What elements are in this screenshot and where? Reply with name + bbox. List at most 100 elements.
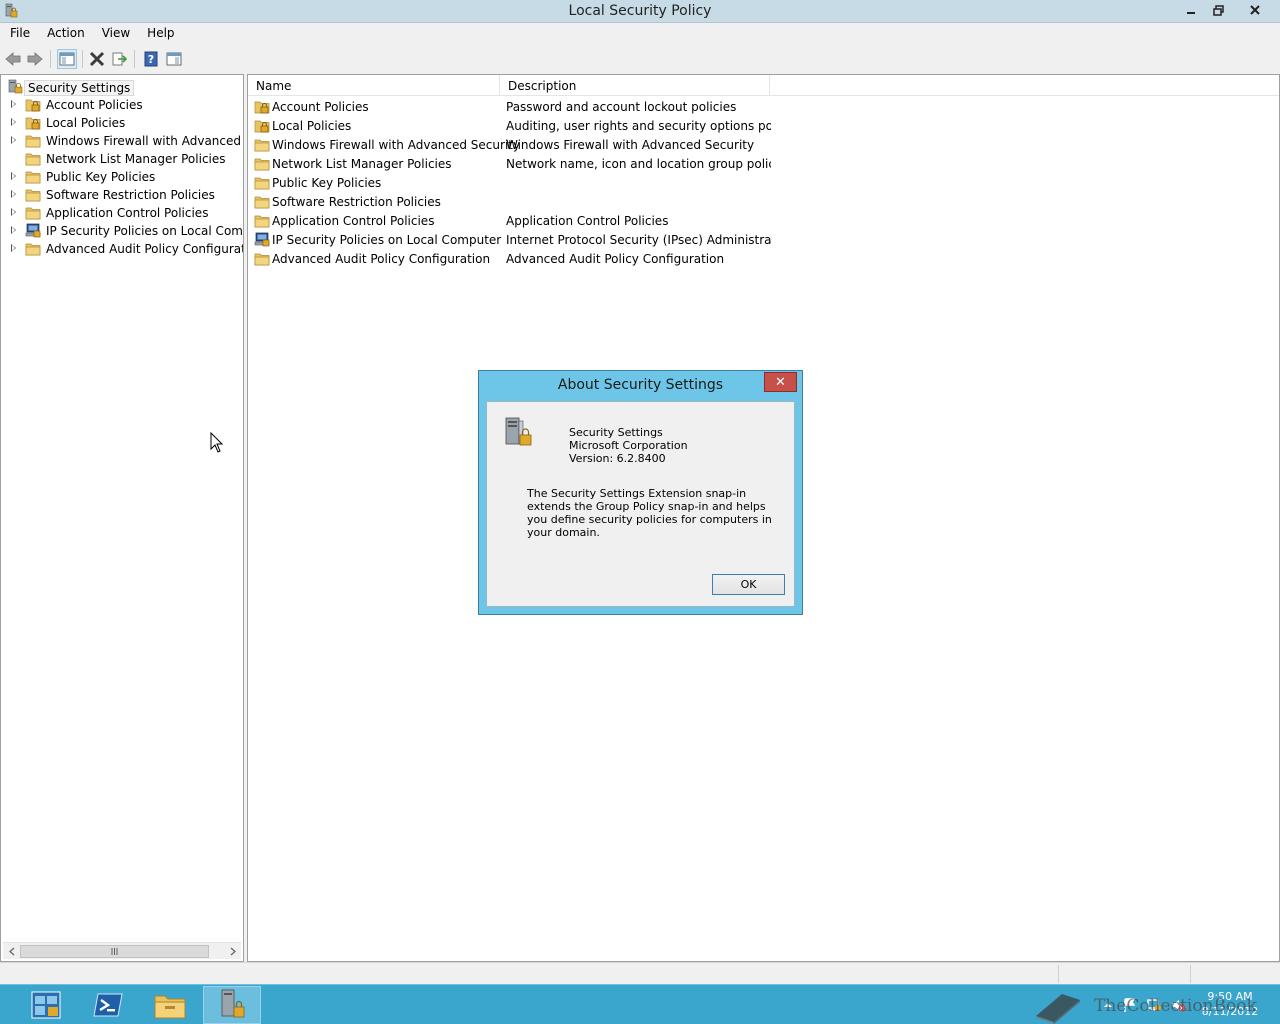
tree-item[interactable]: Public Key Policies bbox=[1, 168, 243, 186]
volume-muted-icon[interactable] bbox=[1170, 997, 1186, 1013]
clock-date: 8/11/2012 bbox=[1201, 1005, 1259, 1018]
company-name: Microsoft Corporation bbox=[569, 439, 688, 452]
toolbar-separator bbox=[134, 50, 135, 68]
tree-item[interactable]: Network List Manager Policies bbox=[1, 150, 243, 168]
list-item[interactable]: Application Control Policies Application … bbox=[248, 211, 1279, 230]
menu-action[interactable]: Action bbox=[37, 23, 92, 44]
version-text: Version: 6.2.8400 bbox=[569, 452, 666, 465]
minimize-button[interactable] bbox=[1178, 0, 1204, 20]
tree-item[interactable]: IP Security Policies on Local Computer bbox=[1, 222, 243, 240]
network-icon[interactable] bbox=[1146, 997, 1162, 1013]
list-item[interactable]: Network List Manager Policies Network nam… bbox=[248, 154, 1279, 173]
folder-icon bbox=[254, 139, 270, 152]
folder-icon bbox=[25, 135, 41, 148]
tree-root-security-settings[interactable]: Security Settings bbox=[1, 78, 243, 96]
taskbar: 9:50 AM 8/11/2012 bbox=[0, 984, 1280, 1024]
dialog-body: Security Settings Microsoft Corporation … bbox=[486, 401, 795, 607]
title-bar[interactable]: Local Security Policy bbox=[0, 0, 1280, 23]
toolbar-separator bbox=[82, 50, 83, 68]
taskbar-server-manager[interactable] bbox=[17, 986, 75, 1024]
expand-triangle-inner bbox=[12, 209, 15, 215]
action-center-flag-icon[interactable] bbox=[1122, 997, 1138, 1013]
security-settings-icon bbox=[505, 417, 532, 446]
tree-item-label: Account Policies bbox=[46, 98, 143, 112]
restore-button[interactable] bbox=[1205, 0, 1231, 20]
column-header-description[interactable]: Description bbox=[500, 75, 770, 96]
toolbar-separator bbox=[50, 50, 51, 68]
tree-item-label: Advanced Audit Policy Configuration bbox=[46, 242, 243, 256]
expand-triangle-inner bbox=[12, 101, 15, 107]
delete-button[interactable] bbox=[87, 49, 107, 69]
export-list-button[interactable] bbox=[109, 49, 129, 69]
folder-icon bbox=[25, 189, 41, 202]
menu-file[interactable]: File bbox=[0, 23, 37, 44]
taskbar-local-security-policy[interactable] bbox=[203, 986, 261, 1024]
list-item[interactable]: Public Key Policies bbox=[248, 173, 1279, 192]
folder-icon bbox=[254, 215, 270, 228]
scroll-thumb[interactable] bbox=[20, 945, 209, 958]
security-policy-app-icon bbox=[221, 989, 245, 1018]
expand-triangle-inner bbox=[12, 173, 15, 179]
expand-triangle-inner bbox=[12, 245, 15, 251]
folder-icon bbox=[254, 158, 270, 171]
folder-lock-icon bbox=[25, 117, 41, 130]
clock-time: 9:50 AM bbox=[1207, 990, 1253, 1003]
column-header-name[interactable]: Name bbox=[248, 75, 500, 96]
show-hide-action-pane-button[interactable] bbox=[164, 49, 184, 69]
list-item[interactable]: Windows Firewall with Advanced Security W… bbox=[248, 135, 1279, 154]
close-window-button[interactable] bbox=[1233, 0, 1277, 20]
back-arrow-icon bbox=[5, 52, 21, 66]
tree-horizontal-scrollbar[interactable] bbox=[3, 942, 241, 959]
list-item-name: Application Control Policies bbox=[272, 214, 435, 228]
toolbar: ? bbox=[0, 44, 1280, 72]
list-item[interactable]: IP Security Policies on Local Computer In… bbox=[248, 230, 1279, 249]
taskbar-powershell[interactable] bbox=[79, 986, 137, 1024]
menu-view[interactable]: View bbox=[92, 23, 137, 44]
svg-text:?: ? bbox=[148, 53, 154, 66]
tree-item[interactable]: Software Restriction Policies bbox=[1, 186, 243, 204]
console-tree-icon bbox=[59, 52, 75, 66]
list-item-description: Network name, icon and location group po… bbox=[506, 157, 771, 171]
tree-item[interactable]: Local Policies bbox=[1, 114, 243, 132]
tree-item[interactable]: Windows Firewall with Advanced Security bbox=[1, 132, 243, 150]
chevron-left-icon bbox=[8, 947, 14, 956]
expand-triangle-inner bbox=[12, 191, 15, 197]
back-button[interactable] bbox=[3, 49, 23, 69]
list-item-name: Local Policies bbox=[272, 119, 352, 133]
help-button[interactable]: ? bbox=[141, 49, 161, 69]
show-hide-console-tree-button[interactable] bbox=[57, 49, 77, 69]
list-item-name: Network List Manager Policies bbox=[272, 157, 452, 171]
folder-icon bbox=[254, 253, 270, 266]
show-hidden-icons-icon[interactable] bbox=[1100, 997, 1116, 1013]
scroll-right-button[interactable] bbox=[224, 943, 241, 960]
grip-icon bbox=[111, 948, 118, 955]
folder-icon bbox=[25, 171, 41, 184]
tree-item[interactable]: Advanced Audit Policy Configuration bbox=[1, 240, 243, 258]
menu-help[interactable]: Help bbox=[137, 23, 181, 44]
tree-item[interactable]: Account Policies bbox=[1, 96, 243, 114]
expand-triangle-inner bbox=[12, 119, 15, 125]
dialog-close-button[interactable]: ✕ bbox=[764, 372, 797, 392]
taskbar-file-explorer[interactable] bbox=[141, 986, 199, 1024]
list-item-description: Auditing, user rights and security optio… bbox=[506, 119, 771, 133]
list-item-name: Account Policies bbox=[272, 100, 369, 114]
tree-root-label: Security Settings bbox=[24, 80, 135, 96]
file-explorer-icon bbox=[154, 995, 186, 1019]
scroll-left-button[interactable] bbox=[3, 943, 20, 960]
forward-arrow-icon bbox=[27, 52, 43, 66]
list-item[interactable]: Account Policies Password and account loc… bbox=[248, 97, 1279, 116]
server-manager-icon bbox=[31, 991, 61, 1019]
list-item-name: Software Restriction Policies bbox=[272, 195, 441, 209]
list-item-description: Application Control Policies bbox=[506, 214, 669, 228]
folder-lock-icon bbox=[25, 99, 41, 112]
ok-button[interactable]: OK bbox=[712, 574, 785, 595]
list-item[interactable]: Local Policies Auditing, user rights and … bbox=[248, 116, 1279, 135]
list-item[interactable]: Software Restriction Policies bbox=[248, 192, 1279, 211]
tree-item[interactable]: Application Control Policies bbox=[1, 204, 243, 222]
action-pane-icon bbox=[166, 52, 182, 66]
ipsec-icon bbox=[254, 232, 270, 247]
dialog-description: The Security Settings Extension snap-in … bbox=[527, 487, 772, 539]
list-item[interactable]: Advanced Audit Policy Configuration Advan… bbox=[248, 249, 1279, 268]
forward-button[interactable] bbox=[25, 49, 45, 69]
taskbar-clock[interactable]: 9:50 AM 8/11/2012 bbox=[1198, 989, 1262, 1019]
